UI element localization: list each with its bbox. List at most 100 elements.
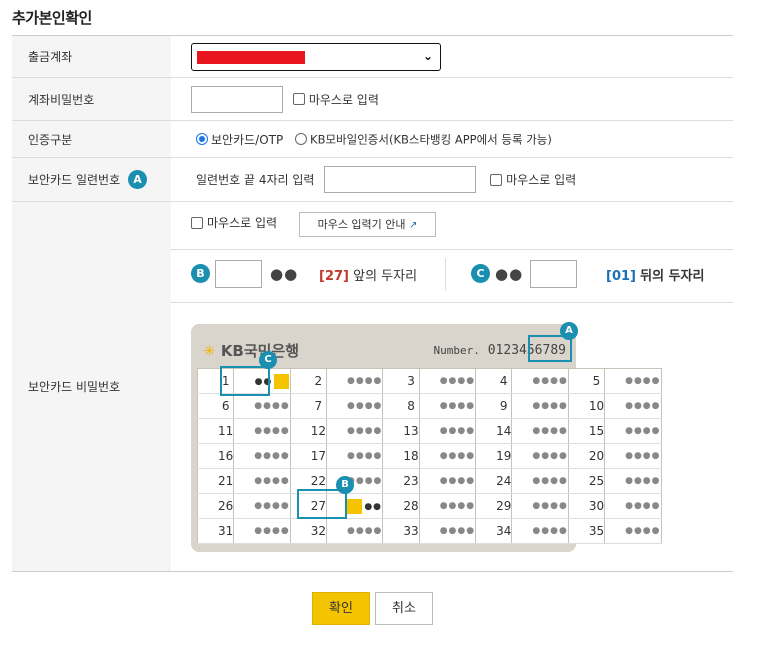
card-cell-index: 29 [475, 493, 513, 519]
cell-27-highlight [297, 489, 347, 519]
mouse-input-guide-button[interactable]: 마우스 입력기 안내 ↗ [299, 212, 436, 237]
card-badge-c: C [259, 351, 277, 369]
card-grid-row: 16 ●●●● 17 ●●●● 18 ●●●● 19 ●●●● 20 ●●●● [196, 443, 662, 469]
auth-type-row: 인증구분 보안카드/OTP KB모바일인증서(KB스타뱅킹 APP에서 등록 가… [12, 120, 733, 158]
badge-a: A [127, 170, 147, 189]
serial-label: 보안카드 일련번호 [28, 173, 121, 187]
account-row: 출금계좌 ⌄ [12, 35, 733, 78]
account-label: 출금계좌 [12, 35, 171, 78]
card-password-mouse-label: 마우스로 입력 [207, 216, 278, 230]
card-cell-code: ●●●● [511, 493, 569, 519]
front-index: [27] [319, 269, 349, 284]
card-cell-index: 14 [475, 418, 513, 444]
kb-star-icon: ✳ [203, 342, 216, 360]
card-cell-index: 8 [382, 393, 420, 419]
card-cell-code: ●●●● [233, 443, 291, 469]
card-cell-index: 33 [382, 518, 420, 544]
card-cell-code: ●●●● [604, 518, 662, 544]
card-cell-index: 13 [382, 418, 420, 444]
cancel-button[interactable]: 취소 [375, 592, 433, 625]
card-cell-code: ●●●● [325, 393, 384, 419]
card-cell-index: 9 [475, 393, 513, 419]
auth-otp-radio[interactable] [196, 133, 208, 145]
serial-input[interactable] [324, 166, 477, 193]
serial-mouse-label: 마우스로 입력 [506, 173, 577, 187]
card-password-label: 보안카드 비밀번호 [12, 201, 171, 572]
back-text: 뒤의 두자리 [640, 269, 705, 284]
card-cell-code: ●●●● [511, 443, 569, 469]
security-card-illustration-area: ✳ KB국민은행 Number. 0123456789 1 ●● 2 ●●●● 3 ●●●… [171, 303, 733, 571]
card-cell-index: 18 [382, 443, 420, 469]
card-cell-code: ●●●● [511, 368, 569, 394]
card-cell-index: 26 [196, 493, 235, 519]
card-cell-index: 20 [567, 443, 606, 469]
card-cell-code: ●●●● [511, 393, 569, 419]
card-cell-code: ●●●● [325, 418, 384, 444]
serial-hint: 일련번호 끝 4자리 입력 [196, 173, 315, 187]
card-cell-index: 17 [289, 443, 327, 469]
card-grid-row: 21 ●●●● 22 ●●●● 23 ●●●● 24 ●●●● 25 ●●●● [196, 468, 662, 494]
card-cell-code: ●●●● [325, 518, 384, 544]
kb-logo: ✳ KB국민은행 [203, 340, 299, 361]
card-digits-entry: B ●● [27] 앞의 두자리 C ●● [01] 뒤의 두자리 [171, 250, 733, 303]
front-digits-input[interactable] [215, 260, 262, 288]
account-password-label: 계좌비밀번호 [12, 77, 171, 121]
card-cell-code: ●●●● [233, 418, 291, 444]
card-cell-code: ●●●● [233, 468, 291, 494]
card-cell-code: ●●●● [233, 493, 291, 519]
card-cell-index: 3 [382, 368, 420, 394]
card-cell-index: 32 [289, 518, 327, 544]
card-password-mouse-checkbox[interactable] [191, 216, 203, 229]
card-cell-code: ●●●● [604, 493, 662, 519]
card-badge-a: A [560, 322, 578, 340]
account-select[interactable]: ⌄ [191, 42, 441, 71]
card-cell-code: ●●●● [604, 443, 662, 469]
account-password-mouse-label: 마우스로 입력 [308, 92, 379, 107]
front-text: 앞의 두자리 [353, 269, 418, 284]
card-cell-code: ●●●● [511, 418, 569, 444]
card-cell-code: ●●●● [418, 468, 477, 494]
chevron-down-icon: ⌄ [422, 48, 433, 63]
serial-mouse-checkbox[interactable] [490, 173, 503, 186]
card-cell-code: ●●●● [418, 493, 477, 519]
back-index: [01] [606, 269, 636, 284]
card-cell-code: ●●●● [418, 418, 477, 444]
external-link-icon: ↗ [409, 220, 418, 231]
back-digits-input[interactable] [530, 260, 577, 288]
card-cell-index: 34 [475, 518, 513, 544]
card-cell-index: 15 [567, 418, 606, 444]
card-cell-code: ●●●● [604, 368, 662, 394]
card-number-label: Number. [433, 344, 480, 357]
card-cell-code: ●●●● [325, 443, 384, 469]
card-badge-b: B [336, 476, 354, 494]
account-password-input[interactable] [191, 85, 283, 113]
card-cell-code: ●●●● [233, 518, 291, 544]
card-cell-code: ●●●● [604, 468, 662, 494]
card-cell-index: 5 [567, 368, 606, 394]
card-cell-code: ●●●● [418, 518, 477, 544]
card-cell-code: ●●●● [325, 368, 384, 394]
account-password-mouse-checkbox[interactable] [292, 93, 305, 105]
front-hidden-dots: ●● [270, 265, 299, 283]
badge-b: B [191, 264, 210, 283]
back-digits-instruction: [01] 뒤의 두자리 [606, 265, 704, 284]
badge-c: C [471, 264, 490, 283]
card-cell-index: 4 [475, 368, 513, 394]
card-cell-index: 19 [475, 443, 513, 469]
card-cell-code: ●●●● [233, 393, 291, 419]
card-cell-index: 35 [567, 518, 606, 544]
card-cell-index: 10 [567, 393, 606, 419]
card-cell-index: 21 [196, 468, 235, 494]
card-cell-index: 16 [196, 443, 235, 469]
auth-mobile-radio[interactable] [295, 133, 308, 145]
card-password-row: 보안카드 비밀번호 마우스로 입력 마우스 입력기 안내 ↗ B ●● [27]… [12, 201, 733, 572]
confirm-button[interactable]: 확인 [312, 592, 370, 625]
divider [445, 258, 446, 291]
page-title: 추가본인확인 [12, 9, 92, 27]
card-cell-index: 7 [289, 393, 327, 419]
auth-type-label: 인증구분 [12, 120, 171, 158]
mouse-input-bar: 마우스로 입력 마우스 입력기 안내 ↗ [171, 202, 733, 250]
verification-form: 출금계좌 ⌄ 계좌비밀번호 마우스로 입력 인증구분 보안카드/OTP KB모바… [12, 35, 733, 572]
card-cell-code: ●●●● [418, 393, 477, 419]
mouse-input-guide-label: 마우스 입력기 안내 [317, 218, 406, 231]
